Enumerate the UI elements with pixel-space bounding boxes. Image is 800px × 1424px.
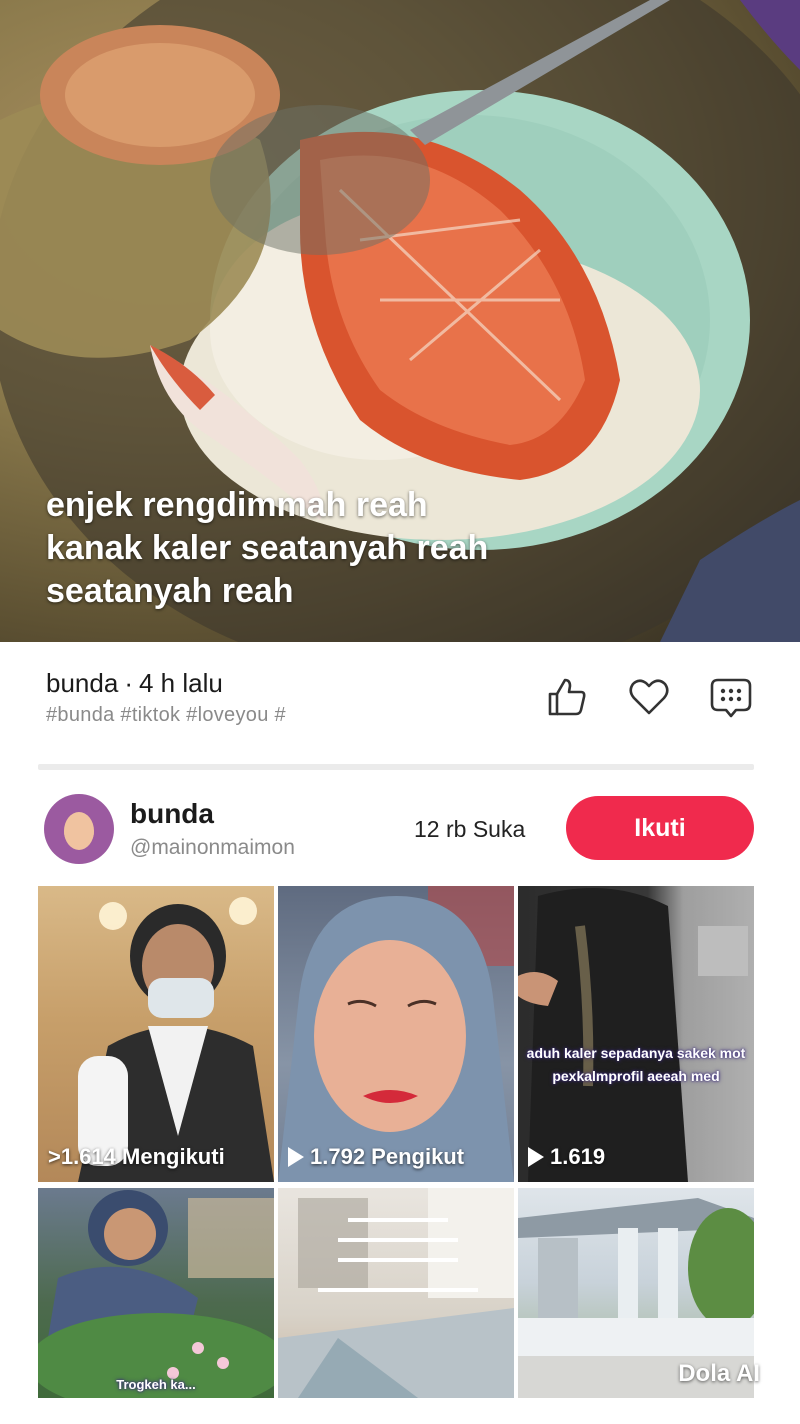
thumbnail-image <box>278 886 514 1182</box>
post-caption: enjek rengdimmah reah kanak kaler seatan… <box>46 484 686 613</box>
video-thumbnail[interactable]: 1.792 Pengikut <box>278 886 514 1182</box>
thumbnail-image <box>78 897 274 1182</box>
caption-line: enjek rengdimmah reah <box>46 486 428 524</box>
post-byline: bunda · 4 h lalu <box>46 668 223 699</box>
play-icon <box>528 1147 544 1167</box>
follow-button[interactable]: Ikuti <box>566 796 754 860</box>
post-meta: bunda · 4 h lalu #bunda #tiktok #loveyou # <box>0 642 800 764</box>
avatar-face <box>64 812 94 850</box>
profile-handle: @mainonmaimon <box>130 836 295 859</box>
post-hashtags[interactable]: #bunda #tiktok #loveyou # <box>46 704 286 727</box>
thumbs-up-icon <box>548 678 586 716</box>
post-media[interactable]: enjek rengdimmah reah kanak kaler seatan… <box>0 0 800 642</box>
caption-line: seatanyah reah <box>46 572 294 610</box>
video-thumbnail[interactable] <box>278 1188 514 1398</box>
profile-name[interactable]: bunda <box>130 798 214 830</box>
post-time: 4 h lalu <box>138 668 223 698</box>
video-thumbnail[interactable]: Trogkeh ka... <box>38 1188 274 1398</box>
video-thumbnail[interactable]: >1.614 Mengikuti <box>38 886 274 1182</box>
watermark: Dola AI <box>678 1360 760 1387</box>
comment-bubble-icon <box>710 678 752 718</box>
video-stat-value: >1.614 Mengikuti <box>48 1144 225 1169</box>
video-grid: >1.614 Mengikuti 1.792 Pengikut aduh kal… <box>38 886 754 1398</box>
avatar[interactable] <box>44 794 114 864</box>
video-stat: >1.614 Mengikuti <box>48 1144 225 1170</box>
video-stat-value: 1.619 <box>550 1144 606 1169</box>
video-stat: 1.792 Pengikut <box>288 1144 464 1170</box>
post-actions <box>544 674 754 720</box>
video-overlay-text: aduh kaler sepadanya sakek mot pexkalmpr… <box>526 1045 746 1084</box>
play-icon <box>288 1147 304 1167</box>
post-author[interactable]: bunda <box>46 668 118 698</box>
favorite-button[interactable] <box>626 674 672 720</box>
video-stat-value: 1.792 Pengikut <box>310 1144 465 1169</box>
like-button[interactable] <box>544 674 590 720</box>
comment-button[interactable] <box>708 674 754 720</box>
caption-line: kanak kaler seatanyah reah <box>46 529 489 567</box>
thumbnail-image <box>38 1190 274 1398</box>
thumbnail-image <box>518 886 754 1182</box>
video-stat: 1.619 <box>528 1144 605 1170</box>
byline-separator: · <box>124 668 133 698</box>
heart-icon <box>629 679 669 715</box>
video-overlay-text: Trogkeh ka... <box>116 1377 196 1392</box>
profile-header: bunda @mainonmaimon 12 rb Suka Ikuti <box>0 770 800 880</box>
profile-likes: 12 rb Suka <box>414 816 526 842</box>
thumbnail-image <box>278 1188 514 1398</box>
video-thumbnail[interactable]: aduh kaler sepadanya sakek mot pexkalmpr… <box>518 886 754 1182</box>
